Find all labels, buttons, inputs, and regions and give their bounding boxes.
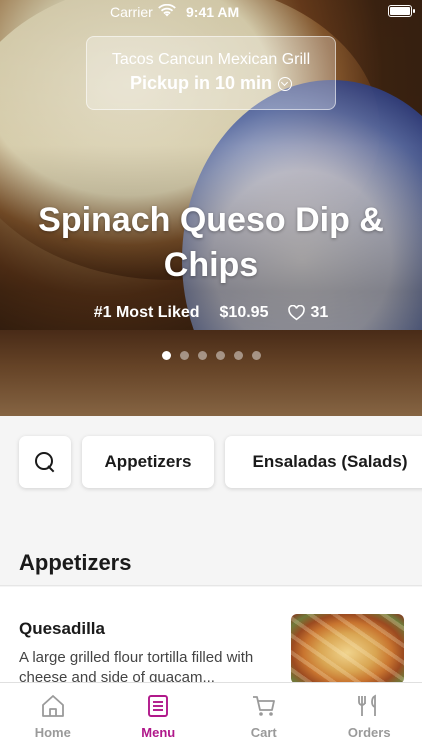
- carousel-indicator[interactable]: [0, 351, 422, 360]
- orders-icon: [358, 694, 377, 716]
- featured-dish-meta: #1 Most Liked $10.95 31: [0, 304, 422, 322]
- menu-item-photo: [291, 614, 404, 684]
- featured-rank: #1 Most Liked: [93, 304, 200, 321]
- cart-icon: [252, 696, 275, 716]
- home-icon: [41, 695, 64, 717]
- location-selector[interactable]: Tacos Cancun Mexican Grill Pickup in 10 …: [86, 36, 336, 110]
- tab-cart[interactable]: Cart: [211, 683, 317, 750]
- pickup-time: Pickup in 10 min: [130, 73, 293, 94]
- carousel-dot[interactable]: [251, 351, 261, 360]
- carousel-dot[interactable]: [179, 351, 189, 360]
- tab-home-label: Home: [34, 725, 71, 740]
- tab-menu[interactable]: Menu: [106, 683, 212, 750]
- carousel-dot[interactable]: [197, 351, 207, 360]
- featured-dish-title: Spinach Queso Dip & Chips: [38, 201, 384, 284]
- category-chip-salads[interactable]: Ensaladas (Salads): [225, 436, 422, 488]
- carousel-dot[interactable]: [233, 351, 243, 360]
- carrier-label: Carrier: [110, 4, 153, 20]
- menu-icon: [148, 695, 169, 717]
- heart-icon: [288, 305, 306, 321]
- tab-orders[interactable]: Orders: [317, 683, 422, 750]
- section-header: Appetizers: [0, 512, 422, 586]
- carousel-dot[interactable]: [215, 351, 225, 360]
- likes[interactable]: 31: [288, 304, 328, 322]
- hero-banner[interactable]: Carrier 9:41 AM Tacos Cancun Mexican Gri…: [0, 0, 422, 416]
- likes-count: 31: [310, 304, 329, 321]
- restaurant-name: Tacos Cancun Mexican Grill: [111, 51, 311, 68]
- status-bar: Carrier 9:41 AM: [0, 0, 422, 24]
- battery-icon: [388, 5, 415, 17]
- wifi-icon: [158, 3, 176, 21]
- tab-cart-label: Cart: [250, 725, 277, 740]
- tab-bar: Home Menu Cart Orders: [0, 682, 422, 750]
- section-title: Appetizers: [19, 550, 132, 575]
- menu-item-description: A large grilled flour tortilla filled wi…: [19, 649, 254, 683]
- menu-item-card[interactable]: Quesadilla A large grilled flour tortill…: [0, 587, 422, 684]
- tab-menu-label: Menu: [141, 725, 176, 740]
- category-bar: Appetizers Ensaladas (Salads): [0, 416, 422, 512]
- carousel-dot[interactable]: [161, 351, 171, 360]
- tab-orders-label: Orders: [347, 725, 391, 740]
- chevron-down-circle-icon: [278, 76, 293, 91]
- featured-price: $10.95: [219, 304, 269, 321]
- search-icon: [35, 452, 55, 472]
- category-chip-appetizers[interactable]: Appetizers: [82, 436, 214, 488]
- clock: 9:41 AM: [186, 4, 240, 20]
- search-button[interactable]: [19, 436, 71, 488]
- tab-home[interactable]: Home: [0, 683, 106, 750]
- menu-item-name: Quesadilla: [19, 619, 105, 638]
